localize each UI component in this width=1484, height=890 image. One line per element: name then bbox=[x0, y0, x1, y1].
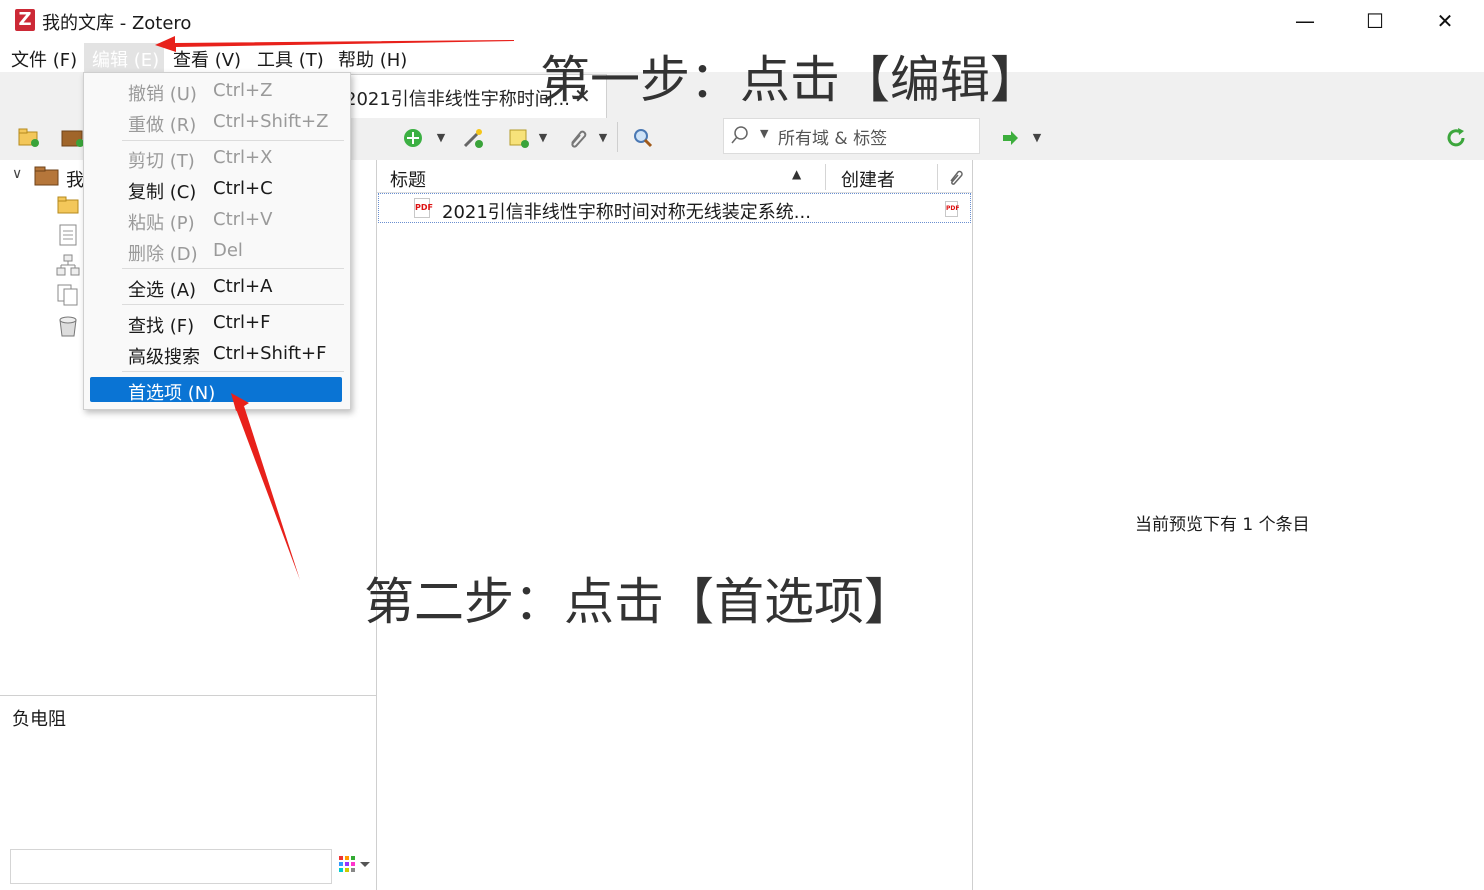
menu-item-cut[interactable]: 剪切 (T) bbox=[128, 147, 195, 173]
tab-document-title[interactable]: 2021引信非线性宇称时间... bbox=[345, 85, 570, 111]
attachment-dropdown-icon[interactable]: ▼ bbox=[590, 126, 616, 150]
tag-item[interactable]: 负电阻 bbox=[12, 705, 66, 731]
search-icon bbox=[729, 124, 751, 151]
menu-separator bbox=[122, 140, 344, 141]
menu-item-redo[interactable]: 重做 (R) bbox=[128, 111, 196, 137]
column-title[interactable]: 标题 bbox=[390, 166, 426, 192]
menu-separator bbox=[122, 304, 344, 305]
column-attachment-icon[interactable] bbox=[946, 168, 964, 190]
menu-separator bbox=[122, 371, 344, 372]
tag-color-grid-icon[interactable] bbox=[339, 855, 373, 878]
menu-edit[interactable]: 编辑 (E) bbox=[92, 46, 159, 72]
menu-item-copy[interactable]: 复制 (C) bbox=[128, 178, 196, 204]
menu-view[interactable]: 查看 (V) bbox=[173, 46, 241, 72]
menu-item-delete-shortcut: Del bbox=[213, 240, 243, 261]
menu-item-cut-shortcut: Ctrl+X bbox=[213, 147, 273, 168]
library-icon bbox=[34, 166, 60, 191]
close-window-button[interactable]: ✕ bbox=[1410, 0, 1480, 42]
search-magnifier-icon[interactable] bbox=[630, 126, 656, 150]
new-item-icon[interactable] bbox=[400, 126, 426, 150]
locate-dropdown-icon[interactable]: ▼ bbox=[1024, 126, 1050, 150]
menu-item-find-shortcut: Ctrl+F bbox=[213, 312, 271, 333]
new-item-dropdown-icon[interactable]: ▼ bbox=[428, 126, 454, 150]
duplicate-icon[interactable] bbox=[56, 283, 80, 312]
menu-separator bbox=[122, 268, 344, 269]
menu-help[interactable]: 帮助 (H) bbox=[338, 46, 407, 72]
menu-item-paste[interactable]: 粘贴 (P) bbox=[128, 209, 195, 235]
sort-ascending-icon[interactable]: ▲ bbox=[792, 167, 801, 181]
hierarchy-icon[interactable] bbox=[56, 254, 80, 281]
new-note-dropdown-icon[interactable]: ▼ bbox=[530, 126, 556, 150]
menu-item-undo-shortcut: Ctrl+Z bbox=[213, 80, 273, 101]
items-pane bbox=[377, 160, 973, 890]
menu-item-find[interactable]: 查找 (F) bbox=[128, 312, 194, 338]
locate-arrow-icon[interactable] bbox=[998, 126, 1024, 150]
annotation-step-2: 第二步：点击【首选项】 bbox=[364, 573, 914, 631]
title-bar bbox=[0, 0, 1484, 42]
menu-tools[interactable]: 工具 (T) bbox=[257, 46, 324, 72]
minimize-button[interactable]: — bbox=[1270, 0, 1340, 42]
annotation-step-1: 第一步：点击【编辑】 bbox=[540, 51, 1040, 109]
menu-file[interactable]: 文件 (F) bbox=[11, 46, 77, 72]
document-icon[interactable] bbox=[58, 224, 78, 251]
pane-divider[interactable] bbox=[0, 695, 376, 696]
pdf-icon: PDF bbox=[414, 198, 433, 218]
sync-icon[interactable] bbox=[1443, 126, 1469, 150]
menu-item-preferences[interactable]: 首选项 (N) bbox=[128, 379, 215, 405]
menu-item-copy-shortcut: Ctrl+C bbox=[213, 178, 273, 199]
menu-item-select-all-shortcut: Ctrl+A bbox=[213, 276, 273, 297]
column-separator[interactable] bbox=[825, 164, 826, 190]
library-root-label[interactable]: 我 bbox=[66, 166, 84, 192]
maximize-button[interactable]: ☐ bbox=[1340, 0, 1410, 42]
search-mode-dropdown-icon[interactable]: ▼ bbox=[760, 127, 768, 140]
item-title[interactable]: 2021引信非线性宇称时间对称无线装定系统... bbox=[442, 198, 811, 224]
menu-item-redo-shortcut: Ctrl+Shift+Z bbox=[213, 111, 329, 132]
attachment-icon[interactable] bbox=[564, 126, 590, 150]
new-collection-icon[interactable] bbox=[16, 126, 42, 150]
folder-icon[interactable] bbox=[57, 196, 79, 219]
column-separator[interactable] bbox=[937, 164, 938, 190]
column-creator[interactable]: 创建者 bbox=[841, 166, 895, 192]
toolbar-separator bbox=[617, 122, 618, 152]
menu-item-undo[interactable]: 撤销 (U) bbox=[128, 80, 197, 106]
window-title: 我的文库 - Zotero bbox=[42, 13, 192, 34]
pdf-attachment-icon[interactable]: PDF bbox=[945, 201, 959, 217]
zotero-logo-icon: Z bbox=[15, 9, 35, 31]
preview-count-text: 当前预览下有 1 个条目 bbox=[1135, 515, 1310, 535]
menu-item-paste-shortcut: Ctrl+V bbox=[213, 209, 273, 230]
menu-item-advanced-search[interactable]: 高级搜索 bbox=[128, 343, 200, 369]
chevron-down-icon[interactable]: ∨ bbox=[12, 166, 22, 182]
tag-filter-input[interactable] bbox=[10, 849, 332, 884]
menu-item-select-all[interactable]: 全选 (A) bbox=[128, 276, 196, 302]
menu-item-delete[interactable]: 删除 (D) bbox=[128, 240, 198, 266]
new-note-icon[interactable] bbox=[506, 126, 532, 150]
magic-wand-icon[interactable] bbox=[460, 126, 486, 150]
search-scope-label[interactable]: 所有域 & 标签 bbox=[778, 124, 887, 149]
trash-icon[interactable] bbox=[56, 314, 80, 343]
menu-item-advanced-search-shortcut: Ctrl+Shift+F bbox=[213, 343, 327, 364]
